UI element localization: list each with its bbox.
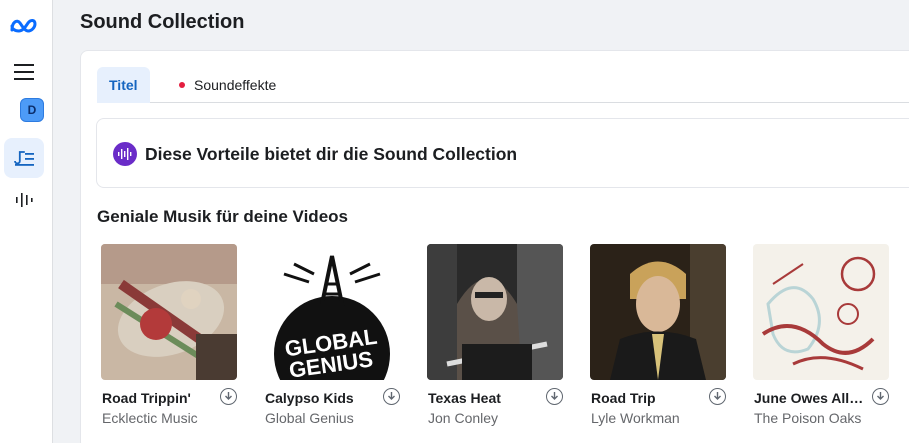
- track-artist[interactable]: Jon Conley: [428, 410, 498, 426]
- album-cover[interactable]: [101, 244, 237, 380]
- track-card[interactable]: Road Trippin' Ecklectic Music: [101, 244, 239, 426]
- tab-label: Soundeffekte: [194, 77, 277, 93]
- album-cover[interactable]: GLOBAL GENIUS: [264, 244, 400, 380]
- avatar-letter: D: [27, 103, 37, 117]
- track-title[interactable]: Road Trippin': [102, 390, 212, 406]
- track-artist[interactable]: Global Genius: [265, 410, 354, 426]
- track-title[interactable]: June Owes All ...: [754, 390, 864, 406]
- music-list-icon: [14, 151, 34, 166]
- track-artist[interactable]: Ecklectic Music: [102, 410, 198, 426]
- download-icon[interactable]: [383, 388, 400, 405]
- download-icon[interactable]: [220, 388, 237, 405]
- tab-bar: Titel Soundeffekte: [97, 67, 909, 103]
- track-card[interactable]: June Owes All ... The Poison Oaks: [753, 244, 891, 426]
- album-cover[interactable]: [753, 244, 889, 380]
- sidebar-item-music[interactable]: [4, 138, 44, 178]
- hamburger-menu-icon[interactable]: [10, 58, 38, 86]
- section-title: Geniale Musik für deine Videos: [97, 207, 348, 226]
- tab-titel[interactable]: Titel: [97, 67, 150, 103]
- track-artist[interactable]: The Poison Oaks: [754, 410, 861, 426]
- tab-label: Titel: [109, 77, 138, 93]
- left-sidebar: D: [0, 0, 53, 443]
- album-cover[interactable]: [590, 244, 726, 380]
- track-title[interactable]: Calypso Kids: [265, 390, 375, 406]
- track-title[interactable]: Texas Heat: [428, 390, 538, 406]
- sidebar-item-audio[interactable]: [10, 186, 38, 214]
- download-icon[interactable]: [709, 388, 726, 405]
- track-card[interactable]: Road Trip Lyle Workman: [590, 244, 728, 426]
- page-title: Sound Collection: [80, 11, 245, 33]
- main-panel: Titel Soundeffekte Diese Vorteile bietet…: [80, 50, 909, 443]
- notification-dot: [179, 82, 185, 88]
- avatar[interactable]: D: [20, 98, 44, 122]
- album-cover[interactable]: [427, 244, 563, 380]
- meta-logo-icon[interactable]: [9, 14, 39, 38]
- benefits-banner[interactable]: Diese Vorteile bietet dir die Sound Coll…: [96, 118, 909, 188]
- benefits-text: Diese Vorteile bietet dir die Sound Coll…: [145, 144, 518, 164]
- track-artist[interactable]: Lyle Workman: [591, 410, 680, 426]
- download-icon[interactable]: [546, 388, 563, 405]
- download-icon[interactable]: [872, 388, 889, 405]
- audio-wave-icon: [16, 193, 33, 207]
- audio-wave-icon: [113, 142, 137, 166]
- track-card[interactable]: Texas Heat Jon Conley: [427, 244, 565, 426]
- track-title[interactable]: Road Trip: [591, 390, 701, 406]
- track-card[interactable]: GLOBAL GENIUS Calypso Kids Global Genius: [264, 244, 402, 426]
- tab-soundeffekte[interactable]: Soundeffekte: [167, 67, 288, 103]
